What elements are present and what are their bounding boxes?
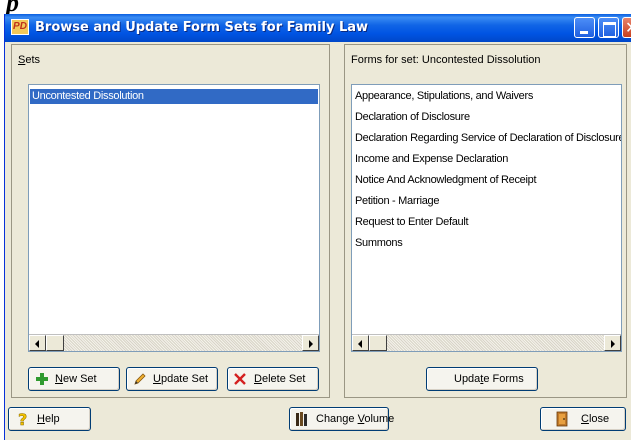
delete-set-button[interactable]: Delete Set: [227, 367, 319, 391]
delete-set-label: Delete Set: [254, 373, 306, 385]
question-icon: ?: [18, 410, 28, 428]
background-text-fragment: p: [6, 0, 19, 14]
background-strip: p: [0, 0, 631, 14]
sets-list[interactable]: Uncontested Dissolution: [28, 84, 320, 352]
help-label: Help: [37, 413, 60, 425]
list-item-form-7[interactable]: Summons: [353, 236, 621, 251]
scroll-right-arrow-icon[interactable]: [302, 335, 319, 351]
list-item-form-0[interactable]: Appearance, Stipulations, and Waivers: [353, 89, 621, 104]
scrollbar-thumb[interactable]: [369, 335, 387, 351]
list-item-form-3[interactable]: Income and Expense Declaration: [353, 152, 621, 167]
change-volume-label: Change Volume: [316, 413, 395, 425]
list-item-form-4[interactable]: Notice And Acknowledgment of Receipt: [353, 173, 621, 188]
new-set-button[interactable]: New Set: [28, 367, 120, 391]
help-button[interactable]: ? Help: [8, 407, 91, 431]
new-set-label: New Set: [55, 373, 97, 385]
scroll-left-arrow-icon[interactable]: [29, 335, 46, 351]
plus-icon: [36, 373, 48, 385]
window-title: Browse and Update Form Sets for Family L…: [35, 20, 369, 35]
x-icon: [234, 373, 246, 385]
close-label: Close: [581, 413, 610, 425]
change-volume-button[interactable]: Change Volume: [289, 407, 394, 431]
door-icon: [556, 411, 568, 427]
list-item-form-6[interactable]: Request to Enter Default: [353, 215, 621, 230]
update-set-button[interactable]: Update Set: [126, 367, 218, 391]
forms-label: Forms for set: Uncontested Dissolution: [351, 54, 541, 66]
list-item-form-2[interactable]: Declaration Regarding Service of Declara…: [353, 131, 621, 146]
title-bar[interactable]: PD Browse and Update Form Sets for Famil…: [5, 14, 631, 42]
sets-label-rest: ets: [25, 54, 41, 66]
list-item-sets-0[interactable]: Uncontested Dissolution: [30, 89, 318, 104]
close-icon: ✕: [625, 18, 631, 37]
sets-horizontal-scrollbar[interactable]: [29, 334, 319, 351]
app-icon: PD: [11, 19, 29, 35]
maximize-button[interactable]: [598, 17, 619, 38]
sets-label: Sets: [18, 54, 40, 66]
close-window-button[interactable]: ✕: [622, 17, 631, 38]
forms-list[interactable]: Appearance, Stipulations, and Waivers De…: [351, 84, 622, 352]
scrollbar-thumb[interactable]: [46, 335, 64, 351]
list-item-form-5[interactable]: Petition - Marriage: [353, 194, 621, 209]
forms-horizontal-scrollbar[interactable]: [352, 334, 621, 351]
scroll-left-arrow-icon[interactable]: [352, 335, 369, 351]
books-icon: [296, 412, 307, 426]
list-item-form-1[interactable]: Declaration of Disclosure: [353, 110, 621, 125]
minimize-button[interactable]: [574, 17, 595, 38]
svg-text:?: ?: [18, 410, 27, 428]
pencil-icon: [134, 373, 146, 385]
scroll-right-arrow-icon[interactable]: [604, 335, 621, 351]
update-set-label: Update Set: [153, 373, 209, 385]
close-button[interactable]: Close: [540, 407, 626, 431]
update-forms-button[interactable]: Update Forms: [426, 367, 538, 391]
update-forms-label: Update Forms: [454, 373, 524, 385]
